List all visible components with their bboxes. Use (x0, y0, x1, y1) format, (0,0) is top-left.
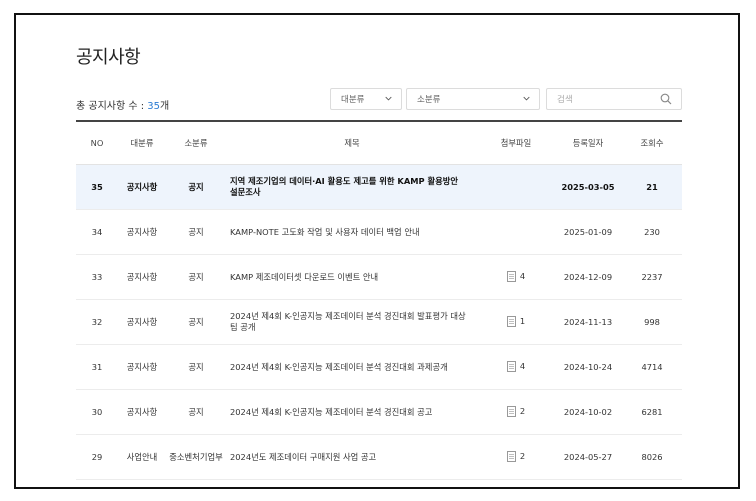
row-date: 2024-12-09 (554, 254, 622, 300)
attachment-count: 1 (519, 316, 526, 326)
table-row[interactable]: 30 공지사항 공지 2024년 제4회 K-인공지능 제조데이터 분석 경진대회 공… (76, 389, 682, 435)
header-minor: 소분류 (166, 121, 226, 165)
row-major: 공지사항 (118, 209, 166, 255)
row-attachment: 4 (478, 344, 554, 390)
row-views: 21 (622, 164, 682, 210)
row-major: 공지사항 (118, 389, 166, 435)
header-attachment: 첨부파일 (478, 121, 554, 165)
document-icon[interactable] (506, 360, 516, 372)
attachment-count: 4 (519, 271, 526, 281)
row-attachment: 2 (478, 434, 554, 480)
chevron-down-icon (385, 96, 392, 101)
major-category-select[interactable]: 대분류 (330, 88, 402, 110)
notice-table: NO 대분류 소분류 제목 첨부파일 등록일자 조회수 35 공지사항 공지 지역 제… (76, 120, 682, 480)
row-major: 공지사항 (118, 344, 166, 390)
table-row[interactable]: 35 공지사항 공지 지역 제조기업의 데이터·AI 활용도 제고를 위한 KAMP … (76, 164, 682, 210)
row-no: 31 (76, 344, 118, 390)
page-title: 공지사항 (76, 47, 141, 68)
document-icon[interactable] (506, 270, 516, 282)
row-major: 공지사항 (118, 164, 166, 210)
row-date: 2024-10-02 (554, 389, 622, 435)
row-views: 6281 (622, 389, 682, 435)
row-views: 998 (622, 299, 682, 345)
row-title[interactable]: 2024년 제4회 K-인공지능 제조데이터 분석 경진대회 공고 (226, 389, 478, 435)
row-minor: 중소벤처기업부 (166, 434, 226, 480)
row-no: 32 (76, 299, 118, 345)
row-date: 2024-05-27 (554, 434, 622, 480)
row-minor: 공지 (166, 389, 226, 435)
table-row[interactable]: 29 사업안내 중소벤처기업부 2024년도 제조데이터 구매지원 사업 공고 2 202… (76, 434, 682, 480)
row-views: 230 (622, 209, 682, 255)
row-attachment: 4 (478, 254, 554, 300)
attachment-count: 2 (519, 451, 526, 461)
header-major: 대분류 (118, 121, 166, 165)
search-input[interactable]: 검색 (546, 88, 682, 110)
header-title: 제목 (226, 121, 478, 165)
row-no: 29 (76, 434, 118, 480)
row-title[interactable]: 2024년 제4회 K-인공지능 제조데이터 분석 경진대회 발표평가 대상팀 … (226, 299, 478, 345)
row-major: 사업안내 (118, 434, 166, 480)
row-no: 33 (76, 254, 118, 300)
row-date: 2024-10-24 (554, 344, 622, 390)
row-major: 공지사항 (118, 254, 166, 300)
table-row[interactable]: 31 공지사항 공지 2024년 제4회 K-인공지능 제조데이터 분석 경진대회 과… (76, 344, 682, 390)
row-minor: 공지 (166, 209, 226, 255)
row-minor: 공지 (166, 254, 226, 300)
row-minor: 공지 (166, 164, 226, 210)
row-date: 2025-03-05 (554, 164, 622, 210)
row-title[interactable]: KAMP-NOTE 고도화 작업 및 사용자 데이터 백업 안내 (226, 209, 478, 255)
row-attachment (478, 209, 554, 255)
document-icon[interactable] (506, 405, 516, 417)
document-icon[interactable] (506, 315, 516, 327)
row-views: 2237 (622, 254, 682, 300)
row-no: 34 (76, 209, 118, 255)
row-title[interactable]: 2024년도 제조데이터 구매지원 사업 공고 (226, 434, 478, 480)
row-title[interactable]: 2024년 제4회 K-인공지능 제조데이터 분석 경진대회 과제공개 (226, 344, 478, 390)
row-attachment: 1 (478, 299, 554, 345)
row-views: 4714 (622, 344, 682, 390)
header-date: 등록일자 (554, 121, 622, 165)
row-views: 8026 (622, 434, 682, 480)
table-row[interactable]: 33 공지사항 공지 KAMP 제조데이터셋 다운로드 이벤트 안내 4 2024-12-… (76, 254, 682, 300)
header-views: 조회수 (622, 121, 682, 165)
row-title[interactable]: KAMP 제조데이터셋 다운로드 이벤트 안내 (226, 254, 478, 300)
attachment-count: 4 (519, 361, 526, 371)
row-date: 2024-11-13 (554, 299, 622, 345)
document-icon[interactable] (506, 450, 516, 462)
row-title[interactable]: 지역 제조기업의 데이터·AI 활용도 제고를 위한 KAMP 활용방안 설문조… (226, 164, 478, 210)
row-minor: 공지 (166, 344, 226, 390)
row-no: 30 (76, 389, 118, 435)
minor-category-select[interactable]: 소분류 (406, 88, 540, 110)
table-row[interactable]: 32 공지사항 공지 2024년 제4회 K-인공지능 제조데이터 분석 경진대회 발… (76, 299, 682, 345)
search-icon[interactable] (660, 93, 672, 105)
notice-count: 총 공지사항 수 : 35개 (76, 101, 170, 112)
row-attachment: 2 (478, 389, 554, 435)
table-header: NO 대분류 소분류 제목 첨부파일 등록일자 조회수 (76, 121, 682, 165)
chevron-down-icon (523, 96, 530, 101)
row-no: 35 (76, 164, 118, 210)
row-attachment (478, 164, 554, 210)
attachment-count: 2 (519, 406, 526, 416)
row-date: 2025-01-09 (554, 209, 622, 255)
row-major: 공지사항 (118, 299, 166, 345)
header-no: NO (76, 121, 118, 165)
table-row[interactable]: 34 공지사항 공지 KAMP-NOTE 고도화 작업 및 사용자 데이터 백업 안내… (76, 209, 682, 255)
row-minor: 공지 (166, 299, 226, 345)
page-frame: 공지사항 총 공지사항 수 : 35개 대분류 소분류 검색 NO 대분류 소분… (14, 13, 740, 489)
